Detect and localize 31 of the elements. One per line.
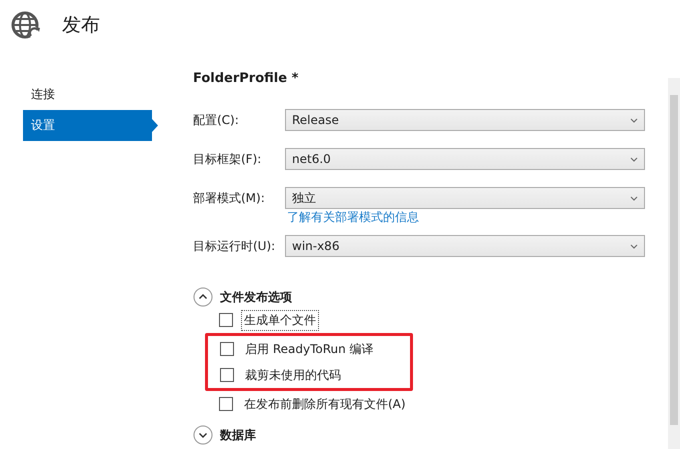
- dropdown[interactable]: 独立: [285, 187, 645, 209]
- dropdown[interactable]: net6.0: [285, 148, 645, 170]
- profile-title: FolderProfile *: [193, 71, 300, 88]
- checkbox[interactable]: [220, 342, 234, 356]
- section-title: 数据库: [220, 426, 256, 444]
- field-label: 目标框架(F):: [193, 150, 262, 168]
- chevron-down-icon: [630, 196, 638, 200]
- field-label: 部署模式(M):: [193, 190, 266, 206]
- section-title: 文件发布选项: [220, 288, 292, 306]
- checkbox[interactable]: [220, 368, 234, 382]
- collapse-icon[interactable]: [193, 287, 213, 307]
- page-title: 发布: [62, 13, 100, 38]
- dropdown[interactable]: win-x86: [285, 235, 645, 257]
- dropdown[interactable]: Release: [285, 109, 645, 131]
- checkbox-label[interactable]: 裁剪未使用的代码: [242, 364, 344, 386]
- checkbox-label[interactable]: 启用 ReadyToRun 编译: [242, 338, 377, 360]
- scrollbar[interactable]: [668, 78, 680, 449]
- checkbox-label[interactable]: 生成单个文件: [241, 310, 319, 330]
- checkbox[interactable]: [219, 313, 233, 327]
- info-link[interactable]: 了解有关部署模式的信息: [287, 211, 645, 224]
- checkbox[interactable]: [219, 397, 233, 411]
- chevron-down-icon: [630, 156, 638, 162]
- expand-icon[interactable]: [193, 425, 213, 445]
- sidebar-item[interactable]: 连接: [23, 79, 152, 110]
- chevron-down-icon: [630, 118, 638, 122]
- field-label: 目标运行时(U):: [193, 238, 276, 254]
- sidebar-item[interactable]: 设置: [23, 110, 158, 141]
- chevron-down-icon: [630, 244, 638, 248]
- checkbox-label[interactable]: 在发布前删除所有现有文件(A): [241, 394, 409, 414]
- globe-icon: [10, 9, 42, 41]
- field-label: 配置(C):: [193, 112, 240, 128]
